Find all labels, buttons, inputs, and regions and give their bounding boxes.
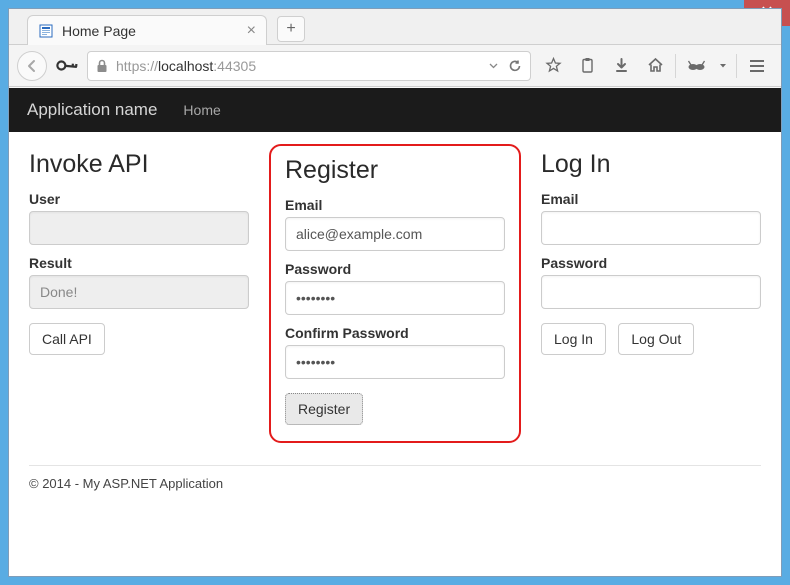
logout-button[interactable]: Log Out [618, 323, 694, 355]
footer-separator [29, 465, 761, 466]
downloads-icon[interactable] [605, 51, 637, 81]
bookmark-star-icon[interactable] [537, 51, 569, 81]
register-password-label: Password [285, 261, 505, 277]
invoke-api-column: Invoke API User Result Call API [29, 150, 249, 443]
login-email-label: Email [541, 191, 761, 207]
page-favicon [38, 23, 54, 39]
login-heading: Log In [541, 150, 761, 179]
register-email-field[interactable] [285, 217, 505, 251]
result-label: Result [29, 255, 249, 271]
url-actions [489, 59, 522, 73]
addon-dropdown-icon[interactable] [714, 51, 732, 81]
app-brand[interactable]: Application name [27, 100, 157, 120]
browser-tab[interactable]: Home Page × [27, 15, 267, 45]
address-bar[interactable]: https://localhost:44305 [87, 51, 531, 81]
nav-home-link[interactable]: Home [183, 102, 220, 118]
url-text: https://localhost:44305 [116, 58, 256, 74]
identity-key-icon [53, 51, 81, 79]
dropdown-caret-icon[interactable] [489, 61, 498, 70]
register-password-field[interactable] [285, 281, 505, 315]
invoke-heading: Invoke API [29, 150, 249, 179]
page-viewport: Application name Home Invoke API User Re… [9, 88, 781, 576]
app-navbar: Application name Home [9, 88, 781, 132]
login-password-label: Password [541, 255, 761, 271]
new-tab-button[interactable]: + [277, 16, 305, 42]
register-heading: Register [285, 156, 505, 185]
register-column: Register Email Password Confirm Password… [269, 144, 521, 443]
clipboard-icon[interactable] [571, 51, 603, 81]
register-confirm-field[interactable] [285, 345, 505, 379]
login-password-field[interactable] [541, 275, 761, 309]
tab-title: Home Page [62, 23, 136, 39]
tab-strip: Home Page × + [9, 9, 781, 45]
login-button[interactable]: Log In [541, 323, 606, 355]
result-field [29, 275, 249, 309]
register-button[interactable]: Register [285, 393, 363, 425]
call-api-button[interactable]: Call API [29, 323, 105, 355]
back-button[interactable] [17, 51, 47, 81]
toolbar-separator [736, 54, 737, 78]
menu-icon[interactable] [741, 51, 773, 81]
browser-frame: Home Page × + https://localhost:44305 [8, 8, 782, 577]
reload-icon[interactable] [508, 59, 522, 73]
register-confirm-label: Confirm Password [285, 325, 505, 341]
login-column: Log In Email Password Log In Log Out [541, 150, 761, 443]
home-icon[interactable] [639, 51, 671, 81]
toolbar-separator [675, 54, 676, 78]
user-field [29, 211, 249, 245]
tab-close-icon[interactable]: × [247, 22, 256, 40]
browser-toolbar: https://localhost:44305 [9, 45, 781, 87]
toolbar-icons [537, 51, 773, 81]
os-window: ✕ Home Page × + [0, 0, 790, 585]
login-email-field[interactable] [541, 211, 761, 245]
addon-icon[interactable] [680, 51, 712, 81]
footer-text: © 2014 - My ASP.NET Application [29, 476, 761, 491]
main-container: Invoke API User Result Call API Register… [9, 132, 781, 509]
lock-icon [96, 59, 108, 73]
register-email-label: Email [285, 197, 505, 213]
user-label: User [29, 191, 249, 207]
